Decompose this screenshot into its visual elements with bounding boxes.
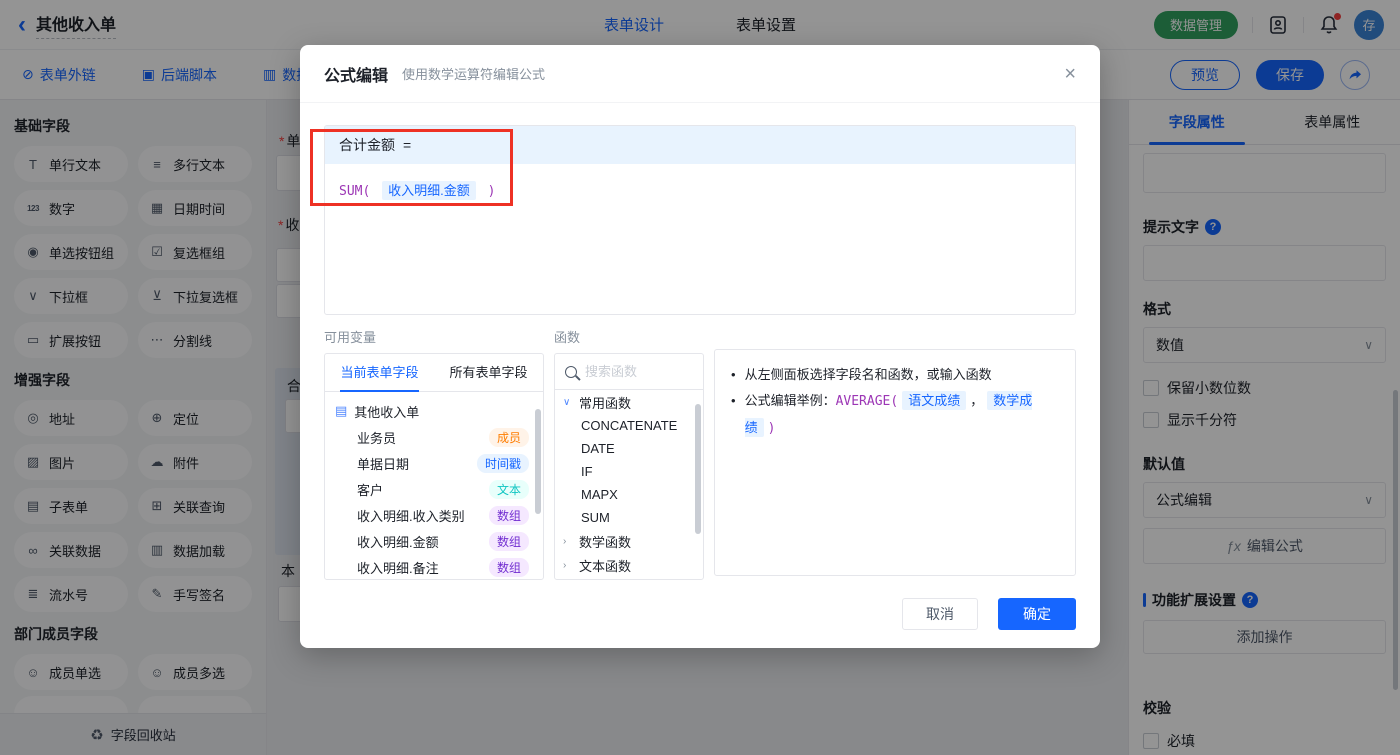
variables-column: 可用变量 当前表单字段 所有表单字段 ▤ 其他收入单 业务员 成员 单据日期 时… (324, 327, 544, 580)
confirm-button[interactable]: 确定 (998, 598, 1076, 630)
variable-type-tag: 数组 (488, 557, 529, 577)
function-search (555, 354, 703, 390)
comma: ， (970, 393, 984, 408)
help-example-prefix: 公式编辑举例： (744, 393, 836, 408)
variable-name: 收入明细.备注 (357, 560, 439, 576)
help-line-1: • 从左侧面板选择字段名和函数，或输入函数 (731, 362, 1059, 388)
field-chip: 语文成绩 (902, 391, 967, 410)
help-line-2: • 公式编辑举例：AVERAGE(语文成绩，数学成绩) (731, 388, 1059, 442)
formula-function: SUM( (339, 184, 371, 199)
chevron-collapsed-icon: › (563, 559, 567, 571)
help-label-spacer (714, 327, 1076, 342)
function-search-input[interactable] (585, 364, 693, 379)
functions-panel: ∨ 常用函数 CONCATENATE DATE IF MAPX SUM (554, 353, 704, 580)
modal-panels: 可用变量 当前表单字段 所有表单字段 ▤ 其他收入单 业务员 成员 单据日期 时… (324, 327, 1076, 580)
formula-close-paren: ) (487, 184, 496, 199)
variable-name: 收入明细.金额 (357, 534, 439, 550)
form-doc-icon: ▤ (335, 403, 348, 418)
variables-tab[interactable]: 当前表单字段 (325, 354, 434, 392)
variables-root-name: 其他收入单 (354, 404, 420, 420)
formula-expression[interactable]: SUM( 收入明细.金额 ) (325, 164, 1075, 215)
variable-item[interactable]: 收入明细.收入类别 数组 (325, 502, 543, 528)
variable-name: 单据日期 (357, 456, 410, 472)
function-group-collapsed[interactable]: › 数学函数 (555, 529, 703, 553)
field-chip[interactable]: 收入明细.金额 (382, 181, 476, 200)
formula-target: 合计金额 (339, 137, 395, 153)
variables-tabs: 当前表单字段 所有表单字段 (325, 354, 543, 392)
help-example-close: ) (767, 421, 776, 436)
help-example-func: AVERAGE( (835, 394, 899, 409)
help-column: • 从左侧面板选择字段名和函数，或输入函数 • 公式编辑举例：AVERAGE(语… (714, 327, 1076, 580)
variable-item[interactable]: 单据日期 时间戳 (325, 450, 543, 476)
chevron-expanded-icon: ∨ (563, 396, 571, 408)
search-icon (565, 365, 577, 378)
scrollbar-thumb[interactable] (695, 404, 701, 534)
equals-sign: = (403, 137, 412, 153)
bullet: • (731, 393, 736, 408)
modal-body: 合计金额 = SUM( 收入明细.金额 ) 可用变量 当前表单字段 所有表单字段… (300, 103, 1100, 630)
modal-header: 公式编辑 使用数学运算符编辑公式 × (300, 45, 1100, 103)
variables-tab[interactable]: 所有表单字段 (434, 354, 543, 391)
variable-item[interactable]: 业务员 成员 (325, 424, 543, 450)
variable-type-tag: 数组 (488, 531, 529, 551)
help-panel: • 从左侧面板选择字段名和函数，或输入函数 • 公式编辑举例：AVERAGE(语… (714, 349, 1076, 576)
variable-type-tag: 文本 (488, 479, 529, 499)
variables-tree: ▤ 其他收入单 业务员 成员 单据日期 时间戳 客户 文本 收入明细.收入类别 … (325, 392, 543, 579)
modal-subtitle: 使用数学运算符编辑公式 (402, 67, 546, 82)
functions-column: 函数 ∨ 常用函数 CONCATENATE DATE I (554, 327, 704, 580)
variable-item[interactable]: 收入明细.备注 数组 (325, 554, 543, 579)
variable-item[interactable]: 收入明细.金额 数组 (325, 528, 543, 554)
function-item[interactable]: DATE (555, 437, 703, 460)
variables-panel: 当前表单字段 所有表单字段 ▤ 其他收入单 业务员 成员 单据日期 时间戳 客户… (324, 353, 544, 580)
scrollbar-thumb[interactable] (535, 409, 541, 514)
bullet: • (731, 367, 736, 382)
function-item[interactable]: MAPX (555, 483, 703, 506)
functions-label: 函数 (554, 330, 581, 345)
formula-editor-modal: 公式编辑 使用数学运算符编辑公式 × 合计金额 = SUM( 收入明细.金额 )… (300, 45, 1100, 648)
modal-footer: 取消 确定 (324, 598, 1076, 630)
function-group-collapsed[interactable]: › 文本函数 (555, 553, 703, 577)
variables-tree-root[interactable]: ▤ 其他收入单 (325, 398, 543, 424)
formula-editor[interactable]: 合计金额 = SUM( 收入明细.金额 ) (324, 125, 1076, 315)
variable-name: 收入明细.收入类别 (357, 508, 465, 524)
variable-type-tag: 数组 (488, 505, 529, 525)
function-item[interactable]: SUM (555, 506, 703, 529)
function-item[interactable]: IF (555, 460, 703, 483)
variable-name: 客户 (357, 482, 384, 498)
variable-type-tag: 时间戳 (476, 453, 529, 473)
variables-label: 可用变量 (324, 330, 377, 345)
variable-type-tag: 成员 (488, 427, 529, 447)
close-icon[interactable]: × (1064, 64, 1076, 84)
chevron-collapsed-icon: › (563, 535, 567, 547)
variable-name: 业务员 (357, 430, 397, 446)
formula-target-row: 合计金额 = (325, 126, 1075, 164)
function-group-common[interactable]: ∨ 常用函数 (555, 390, 703, 414)
function-item[interactable]: CONCATENATE (555, 414, 703, 437)
variable-item[interactable]: 客户 文本 (325, 476, 543, 502)
modal-title: 公式编辑 (324, 67, 389, 85)
cancel-button[interactable]: 取消 (902, 598, 978, 630)
